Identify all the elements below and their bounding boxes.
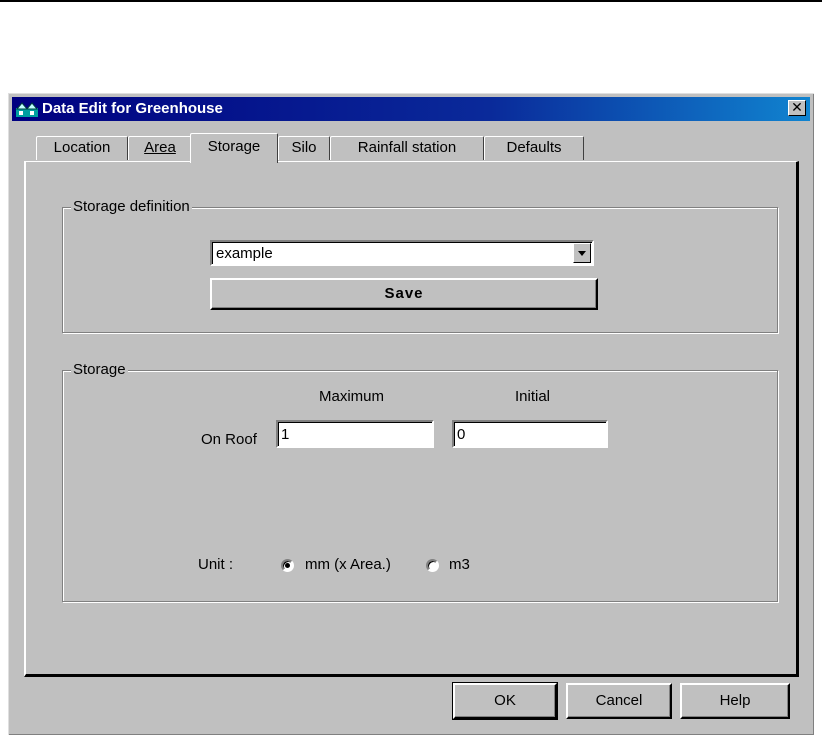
column-header-maximum: Maximum — [319, 388, 385, 405]
combo-selected-value: example — [216, 245, 273, 262]
unit-option-mm-label[interactable]: mm (x Area.) — [305, 556, 391, 573]
on-roof-maximum-field[interactable] — [276, 420, 434, 448]
ok-button-label: OK — [494, 692, 516, 709]
group-legend: Storage — [71, 361, 128, 378]
cancel-button-label: Cancel — [595, 692, 643, 709]
dialog-window: Data Edit for Greenhouse ✕ Location Area… — [8, 93, 814, 735]
unit-radio-mm[interactable] — [281, 559, 294, 572]
tab-label: Location — [53, 139, 111, 156]
on-roof-initial-input[interactable] — [454, 422, 606, 446]
storage-group: Storage Maximum Initial On Roof Unit : m… — [62, 361, 778, 602]
tab-silo[interactable]: Silo — [278, 136, 330, 160]
storage-definition-group: Storage definition example Save — [62, 198, 778, 333]
tab-location[interactable]: Location — [36, 136, 128, 160]
tab-rainfall-station[interactable]: Rainfall station — [330, 136, 484, 160]
help-button[interactable]: Help — [680, 683, 790, 719]
tab-label: Defaults — [506, 139, 562, 156]
on-roof-label: On Roof — [201, 431, 257, 448]
tab-storage[interactable]: Storage — [190, 133, 278, 163]
tab-label: Area — [144, 139, 176, 156]
tab-label: Storage — [207, 138, 261, 155]
greenhouse-app-icon — [16, 102, 38, 117]
group-legend: Storage definition — [71, 198, 192, 215]
cancel-button[interactable]: Cancel — [566, 683, 672, 719]
tab-defaults[interactable]: Defaults — [484, 136, 584, 160]
save-button[interactable]: Save — [210, 278, 598, 310]
close-button[interactable]: ✕ — [788, 100, 806, 116]
help-button-label: Help — [719, 692, 751, 709]
storage-tab-panel: Storage definition example Save Storage … — [24, 161, 799, 677]
column-header-initial: Initial — [515, 388, 551, 405]
unit-radio-m3[interactable] — [426, 559, 439, 572]
ok-button[interactable]: OK — [452, 682, 558, 720]
save-button-label: Save — [384, 285, 424, 302]
unit-label: Unit : — [198, 556, 234, 573]
chevron-down-icon[interactable] — [573, 243, 591, 263]
close-icon: ✕ — [791, 99, 803, 115]
title-bar[interactable]: Data Edit for Greenhouse ✕ — [12, 97, 810, 121]
unit-option-m3-label[interactable]: m3 — [449, 556, 470, 573]
on-roof-initial-field[interactable] — [452, 420, 608, 448]
storage-definition-select[interactable]: example — [210, 240, 594, 266]
window-title: Data Edit for Greenhouse — [42, 100, 223, 117]
page-top-rule — [0, 0, 822, 2]
tab-label: Silo — [291, 139, 317, 156]
on-roof-maximum-input[interactable] — [278, 422, 432, 446]
tab-label: Rainfall station — [357, 139, 457, 156]
tab-area[interactable]: Area — [128, 136, 192, 160]
